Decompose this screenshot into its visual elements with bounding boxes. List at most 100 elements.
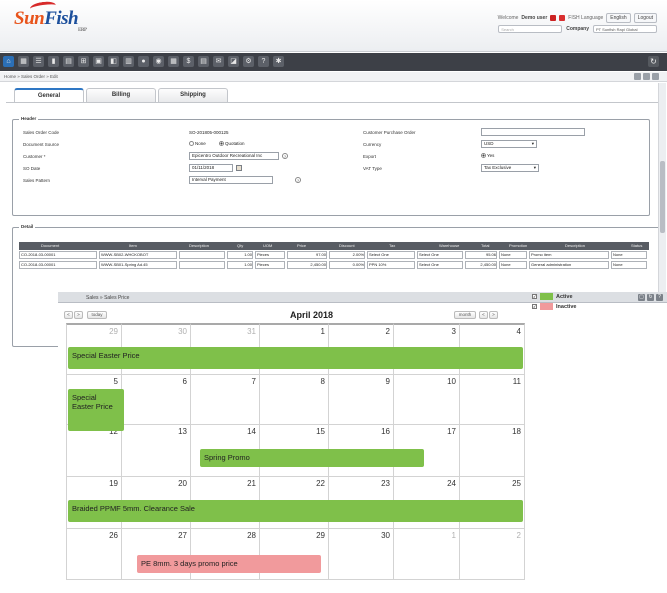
source-radio-quotation[interactable]: Quotation <box>219 141 245 147</box>
calendar-event[interactable]: Special Easter Price <box>68 347 523 369</box>
user-icon[interactable]: ● <box>138 56 149 67</box>
calendar-day-number: 22 <box>316 479 325 488</box>
source-radio-none[interactable]: None <box>189 141 206 147</box>
breadcrumb-text[interactable]: Home » Sales Order » Edit <box>4 74 58 79</box>
truck-icon[interactable]: ◧ <box>108 56 119 67</box>
legend-active-checkbox[interactable]: ✓ <box>532 294 537 299</box>
search-input[interactable]: Search <box>498 25 563 33</box>
calendar-day-cell[interactable]: 12 <box>66 425 122 477</box>
legend-inactive[interactable]: ✓ Inactive <box>532 303 576 310</box>
calendar-day-number: 21 <box>247 479 256 488</box>
calendar-day-cell[interactable]: 30 <box>329 529 394 580</box>
calendar-event[interactable]: Special Easter Price <box>68 389 124 431</box>
mail-icon[interactable]: ✉ <box>213 56 224 67</box>
detail-legend: Detail <box>19 224 36 229</box>
legend-active[interactable]: ✓ Active <box>532 293 573 300</box>
calendar-day-number: 29 <box>316 531 325 540</box>
tab-general[interactable]: General <box>14 88 84 102</box>
inactive-swatch <box>540 303 553 310</box>
pattern-help-icon[interactable]: ? <box>295 177 301 183</box>
so-date-field[interactable]: 01/11/2018 <box>189 164 233 172</box>
print-icon[interactable] <box>634 73 641 80</box>
next-button[interactable]: > <box>74 311 83 319</box>
customer-label: Customer * <box>23 154 46 159</box>
calendar-day-cell[interactable]: 9 <box>329 375 394 425</box>
calendar-day-cell[interactable]: 26 <box>66 529 122 580</box>
grid-icon[interactable]: ▤ <box>63 56 74 67</box>
export-checkbox[interactable]: Yes <box>481 153 494 159</box>
month-view-button[interactable]: month <box>454 311 476 319</box>
list-icon[interactable]: ☰ <box>33 56 44 67</box>
calendar-event[interactable]: PE 8mm. 3 days promo price <box>137 555 321 573</box>
prev-button[interactable]: < <box>64 311 73 319</box>
calendar-icon[interactable]: ▦ <box>168 56 179 67</box>
radio-none[interactable] <box>189 141 194 147</box>
toolbar-refresh-icon[interactable]: ↻ <box>648 56 659 67</box>
customer-po-field[interactable] <box>481 128 585 136</box>
export-check-icon[interactable] <box>481 153 486 159</box>
doc-icon[interactable]: ▤ <box>198 56 209 67</box>
overlay-help-icon[interactable]: ? <box>656 294 663 301</box>
table-row: CO-2018-03-00001 WWW-SB02-WHCKOBOT 1.00 … <box>19 251 649 259</box>
sales-pattern-field[interactable]: Interval Payment <box>189 176 273 184</box>
calendar-day-cell[interactable]: 7 <box>191 375 260 425</box>
customer-help-icon[interactable]: ? <box>282 153 288 159</box>
language-select[interactable]: English <box>606 13 631 23</box>
calendar-day-cell[interactable]: 6 <box>122 375 191 425</box>
cart-icon[interactable]: ⊞ <box>78 56 89 67</box>
company-select[interactable]: PT Sunfish Rapi Global <box>593 25 657 33</box>
sales-price-calendar-panel: < > today April 2018 month < > ✓ Active … <box>58 293 667 593</box>
tab-billing[interactable]: Billing <box>86 88 156 102</box>
logout-button[interactable]: Logout <box>633 13 657 23</box>
calendar-day-cell[interactable]: 1 <box>394 529 460 580</box>
tab-shipping[interactable]: Shipping <box>158 88 228 102</box>
calendar-day-cell[interactable]: 18 <box>460 425 525 477</box>
calendar-day-cell[interactable]: 2 <box>460 529 525 580</box>
help-icon[interactable]: ? <box>258 56 269 67</box>
dashboard-icon[interactable]: ▦ <box>18 56 29 67</box>
settings-icon[interactable]: ⚙ <box>243 56 254 67</box>
overlay-refresh-icon[interactable]: ↻ <box>647 294 654 301</box>
warehouse-icon[interactable]: ▥ <box>123 56 134 67</box>
notification-icon[interactable] <box>550 15 557 21</box>
calendar-day-cell[interactable]: 11 <box>460 375 525 425</box>
customer-field[interactable]: Epicentro Outdoor Recreational Inc <box>189 152 279 160</box>
breadcrumb: Home » Sales Order » Edit <box>0 72 667 82</box>
money-icon[interactable]: $ <box>183 56 194 67</box>
chevron-down-icon: ▾ <box>533 165 536 170</box>
date-picker-icon[interactable] <box>236 165 242 171</box>
user-name[interactable]: Demo user <box>521 15 547 21</box>
scrollbar-thumb[interactable] <box>660 161 665 233</box>
people-icon[interactable]: ◉ <box>153 56 164 67</box>
app-logo[interactable]: SunFish ERP <box>14 0 87 33</box>
calendar-day-number: 27 <box>178 531 187 540</box>
calendar-day-cell[interactable]: 8 <box>260 375 329 425</box>
calendar-day-number: 29 <box>109 327 118 336</box>
vat-type-select[interactable]: Tax Exclusive ▾ <box>481 164 539 172</box>
report-icon[interactable]: ◪ <box>228 56 239 67</box>
calendar-event[interactable]: Spring Promo <box>200 449 424 467</box>
top-header: SunFish ERP Welcome Demo user FISH Langu… <box>0 0 667 52</box>
language-flag-icon[interactable] <box>559 15 566 21</box>
so-code-value: SO-201805-000125 <box>189 130 229 135</box>
chart-icon[interactable]: ▮ <box>48 56 59 67</box>
currency-select[interactable]: USD ▾ <box>481 140 537 148</box>
overlay-maximize-icon[interactable]: ▢ <box>638 294 645 301</box>
overlay-titlebar: Sales » Sales Price ▢ ↻ ? <box>58 292 667 303</box>
refresh-icon[interactable] <box>643 73 650 80</box>
box-icon[interactable]: ▣ <box>93 56 104 67</box>
calendar-day-cell[interactable]: 13 <box>122 425 191 477</box>
view-next-button[interactable]: > <box>489 311 498 319</box>
header-search-row: Search Company PT Sunfish Rapi Global <box>498 25 657 33</box>
today-button[interactable]: today <box>87 311 107 319</box>
calendar-event[interactable]: Braided PPMF 5mm. Clearance Sale <box>68 500 523 522</box>
close-icon[interactable] <box>652 73 659 80</box>
view-prev-button[interactable]: < <box>479 311 488 319</box>
radio-quotation[interactable] <box>219 141 224 147</box>
so-date-label: SO Date <box>23 166 41 171</box>
tools-icon[interactable]: ✱ <box>273 56 284 67</box>
calendar-day-number: 11 <box>512 377 521 386</box>
calendar-day-cell[interactable]: 10 <box>394 375 460 425</box>
home-icon[interactable]: ⌂ <box>3 56 14 67</box>
legend-inactive-checkbox[interactable]: ✓ <box>532 304 537 309</box>
